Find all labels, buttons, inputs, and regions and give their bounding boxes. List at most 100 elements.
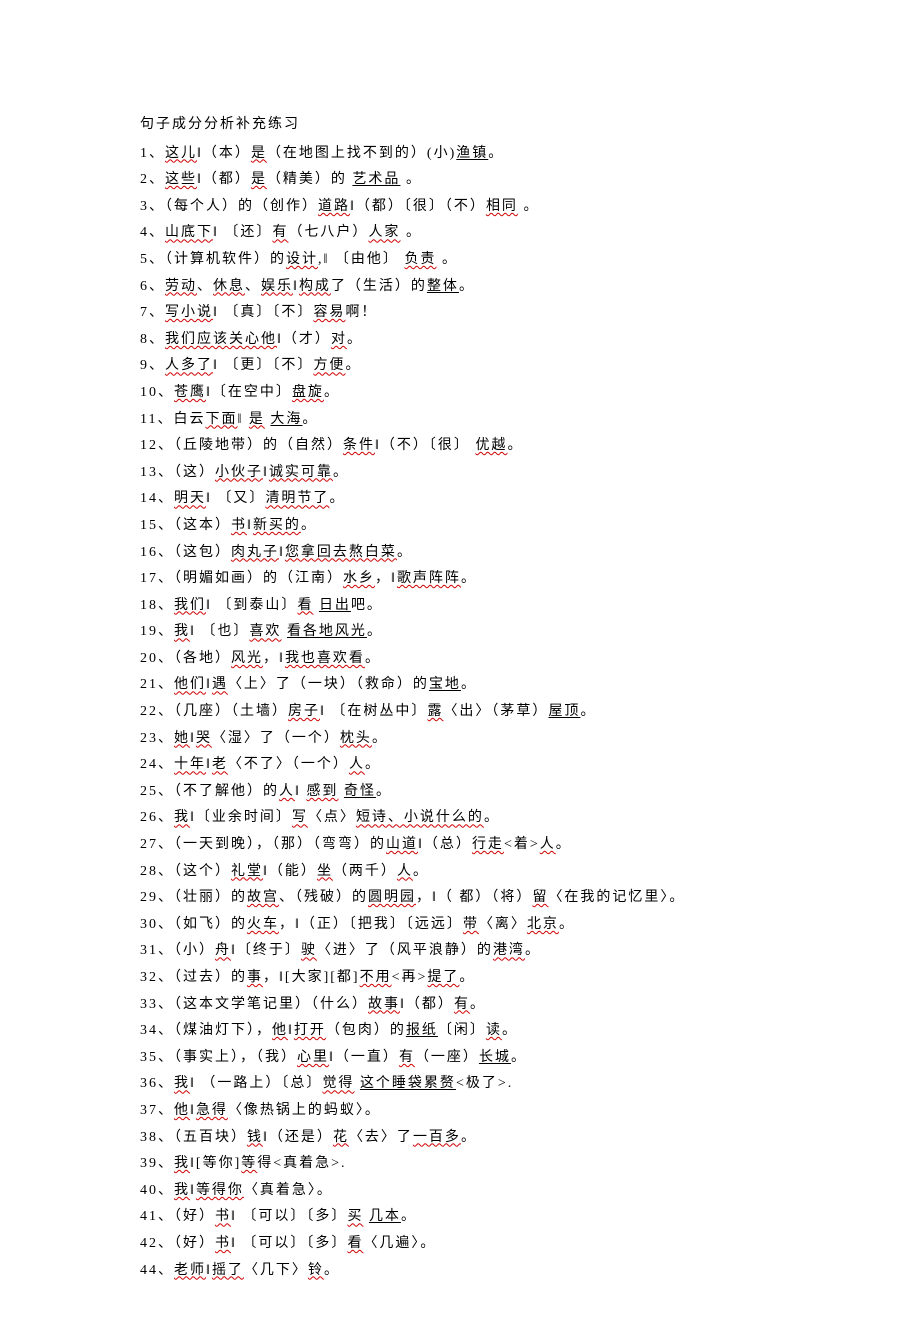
plain-text: <着> [504, 837, 540, 852]
line-number: 15、 [140, 518, 174, 533]
plain-text: （好） [174, 1209, 215, 1224]
sentence-line: 3、（每个人）的（创作）道路‖（都）〔很〕（不）相同 。 [140, 194, 800, 221]
emphasized-text: 肉丸子 [231, 545, 279, 560]
line-number: 31、 [140, 943, 174, 958]
emphasized-text: 她 [174, 731, 190, 746]
plain-text: 。 [436, 252, 458, 267]
plain-text: 。 [347, 332, 363, 347]
sentence-line: 42、（好）书‖ 〔可以〕〔多〕看〈几遍〉。 [140, 1231, 800, 1258]
plain-text: ‖ 〔可以〕〔多〕 [231, 1236, 347, 1251]
plain-text: ‖（不）〔很〕 [375, 438, 475, 453]
plain-text: （每个人）的（创作） [165, 199, 318, 214]
emphasized-text: 看 [347, 1236, 363, 1251]
emphasized-text: 书 [215, 1236, 231, 1251]
plain-text: ‖〔终于〕 [231, 943, 301, 958]
emphasized-text: 这儿 [165, 146, 197, 161]
plain-text: 白云 [173, 412, 205, 427]
plain-text: 。 [470, 997, 486, 1012]
emphasized-text: 礼堂 [231, 864, 263, 879]
sentence-line: 24、十年‖老〈不了〉（一个）人。 [140, 752, 800, 779]
line-number: 27、 [140, 837, 174, 852]
sentence-line: 44、老师‖摇了〈几下〉铃。 [140, 1258, 800, 1285]
sentence-line: 15、（这本）书‖新买的。 [140, 513, 800, 540]
plain-text: 。 [365, 651, 381, 666]
sentence-line: 41、（好）书‖ 〔可以〕〔多〕买 几本。 [140, 1204, 800, 1231]
plain-text: 。 [401, 1209, 417, 1224]
emphasized-text: 下面 [205, 412, 237, 427]
emphasized-text: 写 [292, 810, 308, 825]
sentence-line: 27、（一天到晚），（那）（弯弯）的山道‖（总）行走<着>人。 [140, 832, 800, 859]
plain-text: 〈真着急〉。 [244, 1183, 333, 1198]
emphasized-text: 人家 [368, 225, 400, 240]
line-number: 9、 [140, 358, 165, 373]
emphasized-text: 人多了 [165, 358, 213, 373]
emphasized-text: 小伙子 [215, 465, 263, 480]
sentence-line: 40、我‖等得你〈真着急〉。 [140, 1178, 800, 1205]
emphasized-text: 故宫 [247, 890, 279, 905]
sentence-line: 13、（这）小伙子‖诚实可靠。 [140, 460, 800, 487]
plain-text: 、（残破）的 [279, 890, 368, 905]
line-number: 33、 [140, 997, 174, 1012]
plain-text: ‖（都） [197, 172, 251, 187]
emphasized-text: 北京 [527, 917, 559, 932]
emphasized-text: 相同 [486, 199, 518, 214]
plain-text: <再> [392, 970, 428, 985]
emphasized-text: 看 [297, 598, 313, 613]
plain-text: ‖ [237, 412, 248, 427]
plain-text: （一座） [415, 1050, 479, 1065]
plain-text: 。 [333, 465, 349, 480]
plain-text: （几座）（土墙） [174, 704, 288, 719]
plain-text: （一天到晚），（那）（弯弯）的 [174, 837, 386, 852]
plain-text: 。 [400, 172, 422, 187]
plain-text: 。 [324, 1263, 340, 1278]
plain-text: （小） [174, 943, 215, 958]
sentence-line: 39、我‖[等你]等得<真着急>. [140, 1151, 800, 1178]
plain-text: 。 [559, 917, 575, 932]
line-number: 6、 [140, 279, 165, 294]
emphasized-text: 人 [279, 784, 295, 799]
plain-text: ‖ 〔也〕 [190, 624, 249, 639]
plain-text: 〈离〉 [479, 917, 527, 932]
emphasized-text: 道路 [318, 199, 350, 214]
emphasized-text: 摇了 [212, 1263, 244, 1278]
emphasized-text: 房子 [288, 704, 320, 719]
line-number: 29、 [140, 890, 174, 905]
line-number: 26、 [140, 810, 174, 825]
plain-text: 。 [367, 624, 383, 639]
plain-text: 〈在我的记忆里〉。 [548, 890, 685, 905]
sentence-line: 31、（小）舟‖〔终于〕驶〈进〉了（风平浪静）的港湾。 [140, 938, 800, 965]
plain-text: （两千） [333, 864, 397, 879]
emphasized-text: 条件 [343, 438, 375, 453]
plain-text: （过去）的 [174, 970, 247, 985]
line-number: 28、 [140, 864, 174, 879]
sentence-list: 1、这儿‖（本）是（在地图上找不到的）(小)渔镇。2、这些‖（都）是（精美）的 … [140, 141, 800, 1285]
plain-text: ‖（还是） [263, 1130, 333, 1145]
plain-text: （如飞）的 [174, 917, 247, 932]
sentence-line: 6、劳动、休息、娱乐‖构成了（生活）的整体。 [140, 274, 800, 301]
plain-text: 。 [461, 677, 477, 692]
sentence-line: 35、（事实上），（我）心里‖（一直）有（一座）长城。 [140, 1045, 800, 1072]
emphasized-text: 人 [397, 864, 413, 879]
plain-text: （煤油灯下）， [174, 1023, 272, 1038]
emphasized-text: 优越 [475, 438, 507, 453]
line-number: 19、 [140, 624, 174, 639]
line-number: 12、 [140, 438, 174, 453]
emphasized-text: 等 [241, 1156, 257, 1171]
plain-text: ‖（本） [197, 146, 251, 161]
plain-text: 〈点〉 [308, 810, 356, 825]
emphasized-text: 他 [272, 1023, 288, 1038]
sentence-line: 38、（五百块）钱‖（还是）花〈去〉了一百多。 [140, 1125, 800, 1152]
sentence-line: 29、（壮丽）的故宫、（残破）的圆明园，‖（ 都）（将）留〈在我的记忆里〉。 [140, 885, 800, 912]
plain-text: ，‖（ 都）（将） [416, 890, 532, 905]
underlined-text: 奇怪 [344, 784, 376, 799]
emphasized-text: 设计 [286, 252, 318, 267]
sentence-line: 37、他‖急得〈像热锅上的蚂蚁〉。 [140, 1098, 800, 1125]
emphasized-text: 歌声阵阵 [397, 571, 461, 586]
emphasized-text: 提了 [427, 970, 459, 985]
plain-text: （在地图上找不到的）(小) [267, 146, 456, 161]
underlined-text: 宝地 [429, 677, 461, 692]
line-number: 17、 [140, 571, 174, 586]
plain-text: ‖（一直） [329, 1050, 399, 1065]
plain-text: ，‖ [263, 651, 285, 666]
emphasized-text: 铃 [308, 1263, 324, 1278]
